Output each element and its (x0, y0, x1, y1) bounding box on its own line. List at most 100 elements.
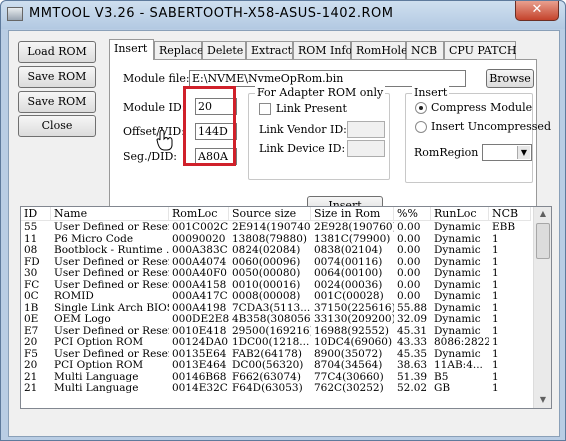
title-bar[interactable]: MMTOOL V3.26 - SABERTOOTH-X58-ASUS-1402.… (1, 1, 565, 29)
cell-id: 0C (24, 291, 39, 302)
tab-insert[interactable]: Insert (109, 39, 154, 60)
cell-runloc: GB (434, 383, 451, 394)
cell-runloc: Dynamic (434, 245, 481, 256)
table-row[interactable]: 21 Multi Language 0014E32C F64D(63053) 762C(… (21, 383, 531, 395)
cell-percent: 52.02 (397, 383, 428, 394)
table-row[interactable]: 20 PCI Option ROM 00124DA0 1DC00(1218... 10D… (21, 337, 531, 349)
cell-name: Multi Language (54, 383, 139, 394)
cell-source-size: 0008(00008) (232, 291, 301, 302)
col-romloc[interactable]: RomLoc (169, 207, 229, 221)
cell-ncb: 1 (492, 348, 499, 360)
table-row[interactable]: 55 User Defined or Reser... 001C002C 2E914(… (21, 222, 531, 234)
cell-source-size: DC00(56320) (232, 360, 304, 371)
cell-name: Bootblock - Runtime ... (54, 245, 169, 256)
scroll-thumb[interactable] (536, 223, 550, 259)
cell-name: User Defined or Reser... (54, 348, 169, 360)
close-window-icon[interactable]: ✕ (515, 1, 559, 21)
col-percent[interactable]: %% (394, 207, 431, 221)
cell-romloc: 00146B68 (172, 371, 227, 383)
link-vendor-id-field[interactable] (347, 121, 385, 138)
table-row[interactable]: E7 User Defined or Reser... 0010E418 29500(… (21, 326, 531, 338)
col-runloc[interactable]: RunLoc (431, 207, 489, 221)
cell-runloc: B5 (434, 371, 449, 383)
table-row[interactable]: FC User Defined or Reser... 000A4158 0010(0… (21, 280, 531, 292)
cell-size-in-rom: 0838(02104) (314, 245, 383, 256)
cell-romloc: 00090020 (172, 233, 226, 245)
cell-size-in-rom: 2E928(190760) (314, 222, 394, 233)
table-row[interactable]: 11 P6 Micro Code 00090020 13808(79880) 1381C… (21, 234, 531, 246)
cell-name: ROMID (54, 291, 94, 302)
tab-replace[interactable]: Replace (154, 41, 204, 59)
link-vendor-id-label: Link Vendor ID: (259, 123, 347, 136)
cell-id: 0E (24, 314, 39, 325)
col-ncb[interactable]: NCB (489, 207, 531, 221)
table-row[interactable]: 08 Bootblock - Runtime ... 000A383C 0824(02… (21, 245, 531, 257)
module-file-label: Module file: (123, 72, 190, 85)
tab-romhole[interactable]: RomHole (351, 41, 408, 59)
table-row[interactable]: F5 User Defined or Reser... 00135E64 FAB2(6… (21, 349, 531, 361)
cell-romloc: 00124DA0 (172, 337, 229, 348)
tab-strip: Insert Replace Delete Extract ROM Info R… (109, 39, 539, 60)
close-button[interactable]: Close (18, 115, 96, 137)
cell-runloc: Dynamic (434, 256, 481, 268)
chevron-down-icon[interactable]: ▼ (517, 146, 530, 159)
cell-runloc: 11AB:4... (434, 360, 483, 371)
scroll-up-icon[interactable]: ▲ (537, 209, 549, 219)
table-row[interactable]: 21 Multi Language 00146B68 F662(63074) 77C4(… (21, 372, 531, 384)
table-row[interactable]: 1B Single Link Arch BIOS 000A4198 7CDA3(511… (21, 303, 531, 315)
col-id[interactable]: ID (21, 207, 51, 221)
cell-ncb: 1 (492, 291, 499, 302)
cell-id: E7 (24, 325, 39, 337)
cell-ncb: 1 (492, 383, 499, 394)
cell-size-in-rom: 0024(00036) (314, 279, 383, 291)
cell-source-size: FAB2(64178) (232, 348, 302, 360)
cell-runloc: Dynamic (434, 279, 481, 291)
rom-region-select[interactable]: ▼ (482, 144, 532, 161)
table-row[interactable]: 20 PCI Option ROM 0013E464 DC00(56320) 8704(… (21, 360, 531, 372)
col-name[interactable]: Name (51, 207, 169, 221)
hand-cursor-icon (156, 129, 173, 151)
cell-ncb: 1 (492, 256, 499, 268)
cell-ncb: 1 (492, 302, 499, 314)
module-file-field[interactable]: E:\NVME\NvmeOpRom.bin (189, 70, 466, 87)
save-rom-as-button[interactable]: Save ROM as.. (18, 91, 96, 128)
highlight-box (183, 86, 236, 166)
insert-uncompressed-radio[interactable] (415, 121, 427, 133)
link-present-checkbox[interactable] (259, 103, 271, 115)
tab-rom-info[interactable]: ROM Info (293, 41, 352, 59)
cell-percent: 38.63 (397, 360, 428, 371)
cell-ncb: 1 (492, 279, 499, 291)
table-row[interactable]: 0C ROMID 000A417C 0008(00008) 001C(00028) 0.0… (21, 291, 531, 303)
cell-name: Single Link Arch BIOS (54, 302, 169, 314)
cell-source-size: 0050(00080) (232, 268, 301, 279)
cell-name: PCI Option ROM (54, 337, 144, 348)
col-source-size[interactable]: Source size (229, 207, 311, 221)
save-rom-button[interactable]: Save ROM (18, 66, 96, 88)
tab-extract[interactable]: Extract (246, 41, 293, 59)
cell-source-size: 7CDA3(5113... (232, 302, 311, 314)
compress-module-radio[interactable] (415, 102, 427, 114)
tab-delete[interactable]: Delete (202, 41, 246, 59)
vertical-scrollbar[interactable]: ▲ ▼ (533, 207, 551, 408)
insert-mode-group: Insert Compress Module Insert Uncompress… (405, 86, 551, 183)
col-size-in-rom[interactable]: Size in Rom (311, 207, 394, 221)
cell-ncb: 1 (492, 325, 499, 337)
module-list[interactable]: ID Name RomLoc Source size Size in Rom %… (20, 206, 552, 409)
tab-ncb[interactable]: NCB (406, 41, 444, 59)
cell-runloc: Dynamic (434, 222, 481, 233)
table-row[interactable]: 30 User Defined or Reser... 000A40F0 0050(0… (21, 268, 531, 280)
table-row[interactable]: 0E OEM Logo 000DE2E8 4B358(308056) 33130(209… (21, 314, 531, 326)
cell-romloc: 000A4158 (172, 279, 227, 291)
cell-romloc: 0010E418 (172, 325, 227, 337)
tab-cpu-patch[interactable]: CPU PATCH (444, 41, 516, 59)
cell-percent: 43.33 (397, 337, 428, 348)
cell-name: OEM Logo (54, 314, 111, 325)
browse-button[interactable]: Browse (486, 69, 534, 88)
load-rom-button[interactable]: Load ROM (18, 41, 96, 63)
link-device-id-field[interactable] (347, 140, 385, 157)
adapter-rom-group: For Adapter ROM only Link Present Link V… (248, 86, 390, 180)
cell-romloc: 000A4074 (172, 256, 227, 268)
scroll-down-icon[interactable]: ▼ (537, 395, 549, 405)
client-area: Load ROM Save ROM Save ROM as.. Close In… (8, 30, 560, 437)
table-row[interactable]: FD User Defined or Reser... 000A4074 0060(0… (21, 257, 531, 269)
